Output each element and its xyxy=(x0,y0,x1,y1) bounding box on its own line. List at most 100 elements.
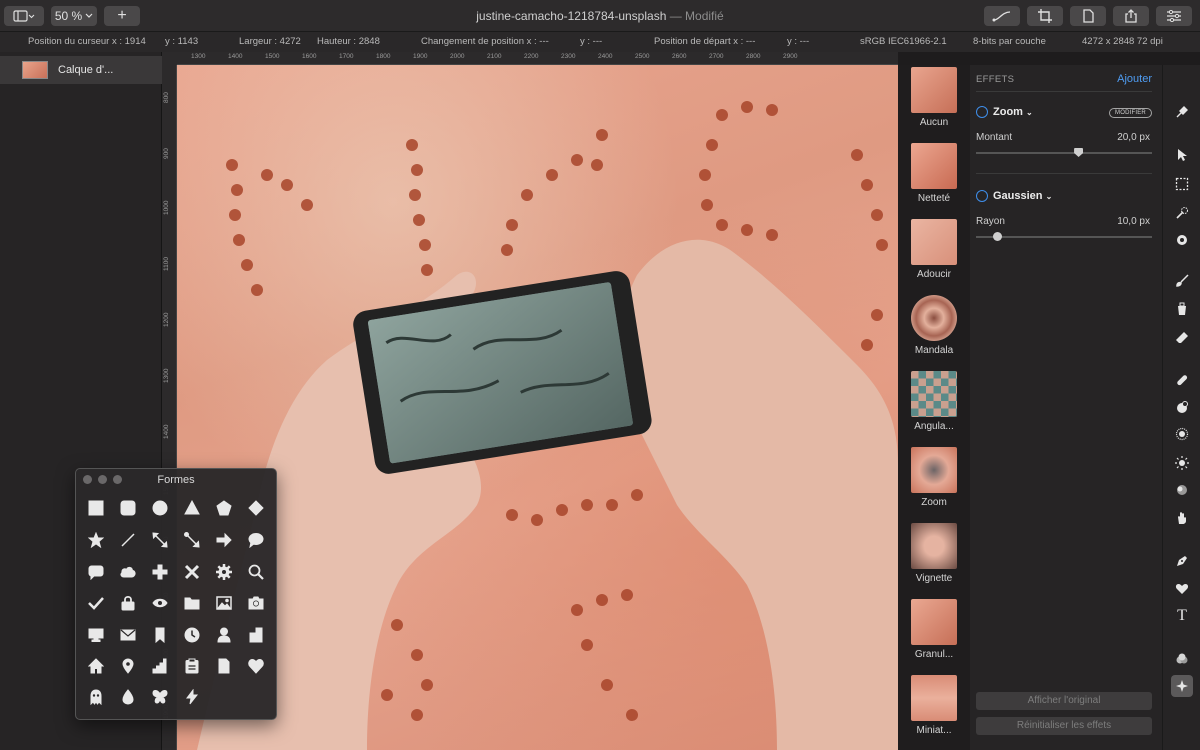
location-pin-shape-icon[interactable] xyxy=(117,655,139,677)
add-effect-button[interactable]: Ajouter xyxy=(1117,73,1152,85)
tool-paint-brush[interactable] xyxy=(1171,270,1193,292)
tool-clone[interactable] xyxy=(1171,396,1193,418)
building-shape-icon[interactable] xyxy=(245,624,267,646)
rounded-square-shape-icon[interactable] xyxy=(117,497,139,519)
tool-paint-bucket[interactable] xyxy=(1171,298,1193,320)
pentagon-shape-icon[interactable] xyxy=(213,497,235,519)
dimensions: 4272 x 2848 72 dpi xyxy=(1082,36,1163,47)
preset-zoom[interactable]: Zoom xyxy=(898,445,970,521)
zoom-amount-slider[interactable] xyxy=(976,148,1152,157)
gaussian-radius-slider[interactable] xyxy=(976,232,1152,241)
tool-quick-select[interactable] xyxy=(1171,202,1193,224)
tool-burn[interactable] xyxy=(1171,479,1193,501)
heart-shape-icon[interactable] xyxy=(245,655,267,677)
sidebar-toggle-button[interactable] xyxy=(4,6,44,26)
zoom-amount-label: Montant xyxy=(976,132,1013,143)
lock-shape-icon[interactable] xyxy=(117,592,139,614)
speech-bubble-shape-icon[interactable] xyxy=(245,529,267,551)
clock-shape-icon[interactable] xyxy=(181,624,203,646)
person-shape-icon[interactable] xyxy=(213,624,235,646)
gaussian-radius-value[interactable]: 10,0 px xyxy=(1117,216,1150,227)
image-shape-icon[interactable] xyxy=(213,592,235,614)
preset-adoucir[interactable]: Adoucir xyxy=(898,217,970,293)
sun-icon xyxy=(1175,456,1189,470)
zoom-amount-value[interactable]: 20,0 px xyxy=(1117,132,1150,143)
x-shape-icon[interactable] xyxy=(181,561,203,583)
zoom-amount-knob[interactable] xyxy=(1074,148,1084,157)
tool-rect-select[interactable] xyxy=(1171,173,1193,195)
zoom-dropdown[interactable]: 50 % xyxy=(51,6,97,26)
eye-shape-icon[interactable] xyxy=(149,592,171,614)
monitor-shape-icon[interactable] xyxy=(85,624,107,646)
tool-pen[interactable] xyxy=(1171,550,1193,572)
file-name: justine-camacho-1218784-unsplash xyxy=(476,9,667,23)
tool-arrow[interactable] xyxy=(1171,144,1193,166)
diagonal-arrow-shape-icon[interactable] xyxy=(181,529,203,551)
share-button[interactable] xyxy=(1113,6,1149,26)
tool-eraser[interactable] xyxy=(1171,326,1193,348)
tool-color-adjust[interactable] xyxy=(1171,648,1193,670)
preset-granulation[interactable]: Granul... xyxy=(898,597,970,673)
gear-shape-icon[interactable] xyxy=(213,561,235,583)
preset-angulaire[interactable]: Angula... xyxy=(898,369,970,445)
tool-repair[interactable] xyxy=(1171,229,1193,251)
tool-text[interactable]: T xyxy=(1171,605,1193,627)
gaussian-effect-title[interactable]: Gaussien ⌄ xyxy=(993,190,1052,202)
document-button[interactable] xyxy=(1070,6,1106,26)
butterfly-shape-icon[interactable] xyxy=(149,686,171,708)
line-shape-icon[interactable] xyxy=(117,529,139,551)
envelope-shape-icon[interactable] xyxy=(117,624,139,646)
crop-button[interactable] xyxy=(1027,6,1063,26)
modify-badge[interactable]: MODIFIER xyxy=(1109,108,1152,118)
preset-vignette[interactable]: Vignette xyxy=(898,521,970,597)
ghost-shape-icon[interactable] xyxy=(85,686,107,708)
magnifier-shape-icon[interactable] xyxy=(245,561,267,583)
layer-item[interactable]: Calque d'... xyxy=(0,56,162,84)
tool-dodge[interactable] xyxy=(1171,452,1193,474)
tool-smudge[interactable] xyxy=(1171,507,1193,529)
tool-bandage[interactable] xyxy=(1171,369,1193,391)
tool-effects[interactable] xyxy=(1171,675,1193,697)
house-shape-icon[interactable] xyxy=(85,655,107,677)
show-original-button[interactable]: Afficher l'original xyxy=(976,692,1152,710)
reset-effects-button[interactable]: Réinitialiser les effets xyxy=(976,717,1152,735)
gaussian-radius-knob[interactable] xyxy=(993,232,1003,241)
camera-shape-icon[interactable] xyxy=(245,592,267,614)
bookmark-shape-icon[interactable] xyxy=(149,624,171,646)
folder-shape-icon[interactable] xyxy=(181,592,203,614)
image-canvas[interactable] xyxy=(177,65,898,750)
arrow-right-shape-icon[interactable] xyxy=(213,529,235,551)
preset-aucun[interactable]: Aucun xyxy=(898,65,970,141)
gaussian-toggle[interactable] xyxy=(976,190,988,202)
add-button[interactable]: + xyxy=(104,6,140,26)
adjustments-button[interactable] xyxy=(1156,6,1192,26)
cloud-shape-icon[interactable] xyxy=(117,561,139,583)
lightning-shape-icon[interactable] xyxy=(181,686,203,708)
preset-miniature[interactable]: Miniat... xyxy=(898,673,970,749)
circle-shape-icon[interactable] xyxy=(149,497,171,519)
square-shape-icon[interactable] xyxy=(85,497,107,519)
tool-sponge[interactable] xyxy=(1171,423,1193,445)
double-arrow-shape-icon[interactable] xyxy=(149,529,171,551)
pen-tool-button[interactable] xyxy=(984,6,1020,26)
bandage-icon xyxy=(1177,375,1188,386)
drop-shape-icon[interactable] xyxy=(117,686,139,708)
plus-shape-icon[interactable] xyxy=(149,561,171,583)
preset-nettete[interactable]: Netteté xyxy=(898,141,970,217)
shapes-palette[interactable]: Formes xyxy=(75,468,277,720)
chat-bubble-shape-icon[interactable] xyxy=(85,561,107,583)
bar-chart-shape-icon[interactable] xyxy=(149,655,171,677)
tool-shapes[interactable] xyxy=(1171,578,1193,600)
zoom-effect-title[interactable]: Zoom ⌄ xyxy=(993,106,1033,118)
preset-mandala[interactable]: Mandala xyxy=(898,293,970,369)
ruler-tick-label: 2000 xyxy=(450,53,465,60)
triangle-shape-icon[interactable] xyxy=(181,497,203,519)
clipboard-shape-icon[interactable] xyxy=(181,655,203,677)
star-shape-icon[interactable] xyxy=(85,529,107,551)
ruler-tick-label: 1300 xyxy=(163,368,170,383)
page-shape-icon[interactable] xyxy=(213,655,235,677)
tool-brush-picker[interactable] xyxy=(1171,101,1193,123)
zoom-toggle[interactable] xyxy=(976,106,988,118)
checkmark-shape-icon[interactable] xyxy=(85,592,107,614)
diamond-shape-icon[interactable] xyxy=(245,497,267,519)
